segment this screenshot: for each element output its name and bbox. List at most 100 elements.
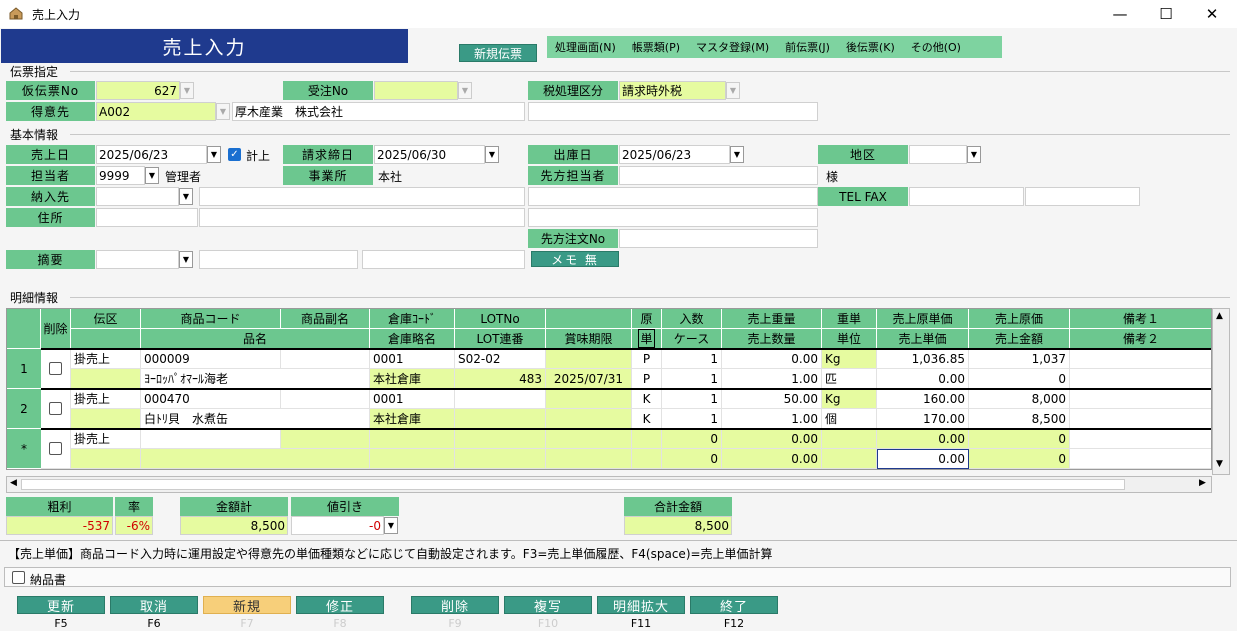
summary-field-1[interactable]: [199, 250, 358, 269]
chevron-down-icon[interactable]: ▼: [458, 82, 472, 99]
new-slip-button[interactable]: 新規伝票: [459, 44, 537, 62]
lot-cell[interactable]: [455, 429, 546, 449]
lot-cell[interactable]: S02-02: [455, 349, 546, 369]
tel-field[interactable]: [909, 187, 1024, 206]
fkey-button-f9[interactable]: 削除: [411, 596, 499, 615]
expiry-cell[interactable]: 2025/07/31: [546, 369, 632, 389]
closing-date-field[interactable]: 2025/06/30: [374, 145, 485, 164]
gen-cell[interactable]: P: [632, 349, 662, 369]
customer-order-field[interactable]: [619, 229, 818, 248]
scroll-thumb[interactable]: [21, 479, 1125, 490]
cost-price-cell[interactable]: 160.00: [877, 389, 969, 409]
lot-seq-cell[interactable]: 483: [455, 369, 546, 389]
chevron-down-icon[interactable]: ▼: [967, 146, 981, 163]
chevron-down-icon[interactable]: ▼: [145, 167, 159, 184]
cost-cell[interactable]: 1,037: [969, 349, 1070, 369]
chevron-down-icon[interactable]: ▼: [216, 103, 230, 120]
vertical-scrollbar[interactable]: ▲ ▼: [1212, 308, 1230, 475]
kind-sub-cell[interactable]: [71, 369, 141, 389]
kind-cell[interactable]: 掛売上: [71, 389, 141, 409]
menu-reports[interactable]: 帳票類(P): [624, 39, 688, 55]
row-delete-cell[interactable]: [41, 389, 71, 429]
blank-cell[interactable]: [546, 349, 632, 369]
chevron-down-icon[interactable]: ▼: [730, 146, 744, 163]
kind-cell[interactable]: 掛売上: [71, 429, 141, 449]
delivery-extra-field[interactable]: [528, 187, 818, 206]
delivery-code-field[interactable]: [96, 187, 179, 206]
customer-code-field[interactable]: A002: [96, 102, 216, 121]
summary-code-field[interactable]: [96, 250, 179, 269]
wunit-cell[interactable]: Kg: [822, 389, 877, 409]
blank-cell[interactable]: [546, 389, 632, 409]
order-no-field[interactable]: [374, 81, 458, 100]
delivery-note-checkbox[interactable]: [12, 571, 25, 584]
lot-seq-cell[interactable]: [455, 449, 546, 469]
case-cell[interactable]: 1: [662, 369, 722, 389]
summary-field-2[interactable]: [362, 250, 525, 269]
qty-cell[interactable]: 1.00: [722, 369, 822, 389]
note1-cell[interactable]: [1070, 389, 1211, 409]
menu-prev-slip[interactable]: 前伝票(J): [777, 39, 838, 55]
row-delete-cell[interactable]: [41, 349, 71, 389]
irisu-cell[interactable]: 1: [662, 389, 722, 409]
fkey-button-f10[interactable]: 複写: [504, 596, 592, 615]
minimize-button[interactable]: —: [1097, 0, 1143, 28]
address-field[interactable]: [199, 208, 525, 227]
row-delete-cell[interactable]: [41, 429, 71, 469]
cost-price-cell[interactable]: 1,036.85: [877, 349, 969, 369]
menu-other[interactable]: その他(O): [903, 39, 969, 55]
note1-cell[interactable]: [1070, 349, 1211, 369]
case-cell[interactable]: 1: [662, 409, 722, 429]
menu-process[interactable]: 処理画面(N): [547, 39, 624, 55]
note2-cell[interactable]: [1070, 409, 1211, 429]
chevron-down-icon[interactable]: ▼: [179, 251, 193, 268]
note2-cell[interactable]: [1070, 369, 1211, 389]
gen-cell[interactable]: K: [632, 389, 662, 409]
unit-cell[interactable]: 個: [822, 409, 877, 429]
wh-name-cell[interactable]: [370, 449, 455, 469]
chevron-down-icon[interactable]: ▼: [207, 146, 221, 163]
kind-sub-cell[interactable]: [71, 409, 141, 429]
code-cell[interactable]: 000470: [141, 389, 281, 409]
fkey-button-f6[interactable]: 取消: [110, 596, 198, 615]
menu-master[interactable]: マスタ登録(M): [688, 39, 777, 55]
qty-cell[interactable]: 1.00: [722, 409, 822, 429]
weight-cell[interactable]: 0.00: [722, 349, 822, 369]
wunit-cell[interactable]: Kg: [822, 349, 877, 369]
lot-seq-cell[interactable]: [455, 409, 546, 429]
price-cell[interactable]: 170.00: [877, 409, 969, 429]
irisu-cell[interactable]: 0: [662, 429, 722, 449]
wunit-cell[interactable]: [822, 429, 877, 449]
unit-cell[interactable]: [822, 449, 877, 469]
cost-price-cell[interactable]: 0.00: [877, 429, 969, 449]
expiry-cell[interactable]: [546, 409, 632, 429]
area-field[interactable]: [909, 145, 967, 164]
price-cell[interactable]: 0.00: [877, 369, 969, 389]
fkey-button-f5[interactable]: 更新: [17, 596, 105, 615]
wh-name-cell[interactable]: 本社倉庫: [370, 369, 455, 389]
delivery-name-field[interactable]: [199, 187, 525, 206]
customer-extra-field[interactable]: [528, 102, 818, 121]
amount-cell[interactable]: 0: [969, 369, 1070, 389]
fkey-button-f12[interactable]: 終了: [690, 596, 778, 615]
chevron-down-icon[interactable]: ▼: [726, 82, 740, 99]
wh-code-cell[interactable]: [370, 429, 455, 449]
sales-date-field[interactable]: 2025/06/23: [96, 145, 207, 164]
fkey-button-f11[interactable]: 明細拡大: [597, 596, 685, 615]
subname-cell[interactable]: [281, 389, 370, 409]
irisu-cell[interactable]: 1: [662, 349, 722, 369]
memo-button[interactable]: メモ 無: [531, 251, 619, 267]
discount-field[interactable]: -0: [291, 516, 384, 535]
horizontal-scrollbar[interactable]: ◀ ▶: [6, 476, 1212, 493]
delete-checkbox[interactable]: [49, 362, 62, 375]
wh-name-cell[interactable]: 本社倉庫: [370, 409, 455, 429]
blank-cell[interactable]: [546, 429, 632, 449]
fax-field[interactable]: [1025, 187, 1140, 206]
contact-field[interactable]: [619, 166, 818, 185]
chevron-down-icon[interactable]: ▼: [179, 188, 193, 205]
cost-cell[interactable]: 8,000: [969, 389, 1070, 409]
case-cell[interactable]: 0: [662, 449, 722, 469]
price-cell[interactable]: 0.00: [877, 449, 969, 469]
chevron-down-icon[interactable]: ▼: [180, 82, 194, 99]
kind-sub-cell[interactable]: [71, 449, 141, 469]
